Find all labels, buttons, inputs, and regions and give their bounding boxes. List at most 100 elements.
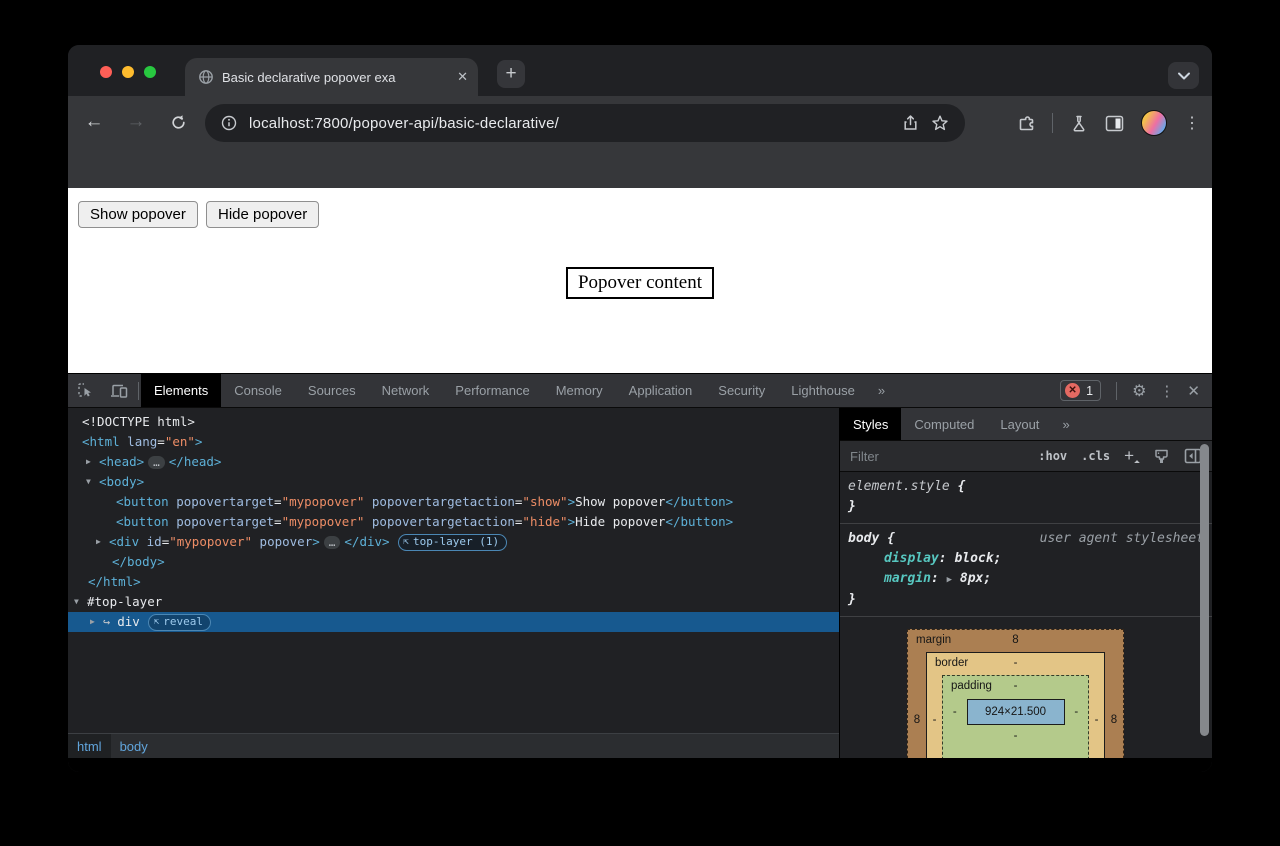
dom-tree-line[interactable]: <button popovertarget="mypopover" popove… bbox=[68, 512, 839, 532]
tab-search-button[interactable] bbox=[1168, 62, 1199, 89]
device-toolbar-button[interactable] bbox=[102, 374, 136, 407]
margin-top-value[interactable]: 8 bbox=[1012, 634, 1018, 646]
new-style-rule-button[interactable]: + bbox=[1124, 446, 1139, 466]
browser-menu-icon[interactable]: ⋮ bbox=[1184, 113, 1200, 133]
styles-scrollbar[interactable] bbox=[1200, 444, 1209, 736]
breadcrumb-html[interactable]: html bbox=[68, 734, 111, 758]
styles-more-tabs-icon[interactable]: » bbox=[1052, 408, 1079, 440]
dom-token-tag: </html> bbox=[88, 572, 141, 592]
element-style-selector[interactable]: element.style bbox=[848, 479, 950, 494]
dom-tree-line[interactable]: ▶<head>…</head> bbox=[68, 452, 839, 472]
devtools-tab-security[interactable]: Security bbox=[705, 374, 778, 407]
devtools-tab-elements[interactable]: Elements bbox=[141, 374, 221, 407]
box-model-content[interactable]: 924×21.500 bbox=[967, 699, 1065, 725]
styles-tab-layout[interactable]: Layout bbox=[987, 408, 1052, 440]
dom-tree-line[interactable]: </body> bbox=[68, 552, 839, 572]
devtools-tab-memory[interactable]: Memory bbox=[543, 374, 616, 407]
inspect-icon: ⇱ bbox=[154, 615, 159, 629]
url-text[interactable]: localhost:7800/popover-api/basic-declara… bbox=[249, 115, 890, 132]
devtools-tab-lighthouse[interactable]: Lighthouse bbox=[778, 374, 868, 407]
close-window-button[interactable] bbox=[100, 66, 112, 78]
new-tab-button[interactable]: + bbox=[497, 60, 525, 88]
body-selector[interactable]: body bbox=[848, 531, 879, 546]
devtools-tab-application[interactable]: Application bbox=[616, 374, 706, 407]
devtools-close-icon[interactable]: ✕ bbox=[1187, 382, 1200, 400]
expand-closed-icon[interactable]: ▶ bbox=[96, 532, 109, 552]
devtools-menu-icon[interactable]: ⋮ bbox=[1159, 382, 1174, 400]
padding-left-value[interactable]: - bbox=[943, 706, 967, 718]
dom-badge-reveal[interactable]: ⇱reveal bbox=[148, 614, 211, 631]
devtools-tab-sources[interactable]: Sources bbox=[295, 374, 369, 407]
tab-close-icon[interactable]: ✕ bbox=[457, 69, 468, 85]
hide-popover-button[interactable]: Hide popover bbox=[206, 201, 319, 228]
dom-token-tag: <body> bbox=[99, 472, 144, 492]
back-button[interactable]: ← bbox=[80, 108, 108, 136]
dom-tree-line[interactable]: <html lang="en"> bbox=[68, 432, 839, 452]
expand-open-icon[interactable]: ▼ bbox=[74, 592, 87, 612]
element-style-rule[interactable]: element.style { } bbox=[840, 472, 1212, 524]
border-left-value[interactable]: - bbox=[927, 675, 942, 758]
dom-tree-line[interactable]: </html> bbox=[68, 572, 839, 592]
padding-right-value[interactable]: - bbox=[1065, 706, 1089, 718]
brush-icon[interactable] bbox=[1153, 448, 1170, 465]
experiments-flask-icon[interactable] bbox=[1070, 114, 1088, 133]
extensions-icon[interactable] bbox=[1015, 113, 1035, 133]
border-right-value[interactable]: - bbox=[1089, 675, 1104, 758]
padding-top-value[interactable]: - bbox=[1014, 680, 1018, 692]
dom-token-plain: = bbox=[274, 512, 282, 532]
dom-tree-line[interactable]: ▼#top-layer bbox=[68, 592, 839, 612]
collapsed-children-icon[interactable]: … bbox=[148, 456, 165, 469]
dom-tree-line[interactable]: ▶↪div⇱reveal bbox=[68, 612, 839, 632]
css-property[interactable]: margin: ▶ 8px; bbox=[848, 569, 1204, 590]
box-model-border[interactable]: border - - padding - bbox=[926, 652, 1105, 758]
dom-badge-top-layer[interactable]: ⇱top-layer (1) bbox=[398, 534, 508, 551]
breadcrumb-body[interactable]: body bbox=[111, 734, 157, 758]
dom-token-val: "hide" bbox=[522, 512, 567, 532]
margin-left-value[interactable]: 8 bbox=[908, 652, 926, 758]
dom-tree-line[interactable]: <!DOCTYPE html> bbox=[68, 412, 839, 432]
zoom-window-button[interactable] bbox=[144, 66, 156, 78]
styles-tabs: StylesComputedLayout» bbox=[840, 408, 1212, 441]
styles-tab-styles[interactable]: Styles bbox=[840, 408, 901, 440]
styles-filter-input[interactable]: Filter bbox=[850, 449, 1024, 464]
css-property[interactable]: display: block; bbox=[848, 549, 1204, 569]
border-top-value[interactable]: - bbox=[1014, 657, 1018, 669]
devtools-settings-icon[interactable]: ⚙ bbox=[1132, 381, 1146, 401]
dom-tree-line[interactable]: ▶<div id="mypopover" popover>…</div>⇱top… bbox=[68, 532, 839, 552]
padding-label: padding bbox=[951, 680, 992, 692]
inspect-element-button[interactable] bbox=[68, 374, 102, 407]
console-error-badge[interactable]: ✕ 1 bbox=[1060, 380, 1101, 401]
dom-token-tag: </button> bbox=[665, 492, 733, 512]
devtools-tab-network[interactable]: Network bbox=[369, 374, 443, 407]
site-info-icon[interactable] bbox=[221, 115, 237, 131]
devtools-tab-performance[interactable]: Performance bbox=[442, 374, 542, 407]
profile-avatar[interactable] bbox=[1141, 110, 1167, 136]
box-model-margin[interactable]: margin 8 8 border - - bbox=[907, 629, 1124, 758]
address-bar[interactable]: localhost:7800/popover-api/basic-declara… bbox=[205, 104, 965, 142]
more-tabs-icon[interactable]: » bbox=[868, 374, 895, 407]
class-toggle[interactable]: .cls bbox=[1081, 449, 1110, 463]
dom-tree-line[interactable]: <button popovertarget="mypopover" popove… bbox=[68, 492, 839, 512]
styles-tab-computed[interactable]: Computed bbox=[901, 408, 987, 440]
collapsed-children-icon[interactable]: … bbox=[324, 536, 341, 549]
dom-token-val: "mypopover" bbox=[169, 532, 252, 552]
dom-tree-line[interactable]: ▼<body> bbox=[68, 472, 839, 492]
padding-bottom-value[interactable]: - bbox=[1014, 730, 1018, 742]
devtools-tab-console[interactable]: Console bbox=[221, 374, 295, 407]
margin-right-value[interactable]: 8 bbox=[1105, 652, 1123, 758]
expand-closed-icon[interactable]: ▶ bbox=[90, 612, 103, 632]
side-panel-icon[interactable] bbox=[1105, 115, 1124, 132]
reload-button[interactable] bbox=[164, 108, 192, 136]
browser-tab[interactable]: Basic declarative popover exa ✕ bbox=[185, 58, 478, 96]
minimize-window-button[interactable] bbox=[122, 66, 134, 78]
box-model-padding[interactable]: padding - - 924×21.500 - bbox=[942, 675, 1089, 758]
expand-closed-icon[interactable]: ▶ bbox=[86, 452, 99, 472]
bookmark-star-icon[interactable] bbox=[931, 114, 949, 132]
share-icon[interactable] bbox=[902, 114, 919, 132]
pseudo-state-toggle[interactable]: :hov bbox=[1038, 449, 1067, 463]
globe-favicon-icon bbox=[198, 69, 214, 85]
show-popover-button[interactable]: Show popover bbox=[78, 201, 198, 228]
forward-button[interactable]: → bbox=[122, 108, 150, 136]
expand-open-icon[interactable]: ▼ bbox=[86, 472, 99, 492]
body-rule[interactable]: user agent stylesheet body { display: bl… bbox=[840, 524, 1212, 617]
